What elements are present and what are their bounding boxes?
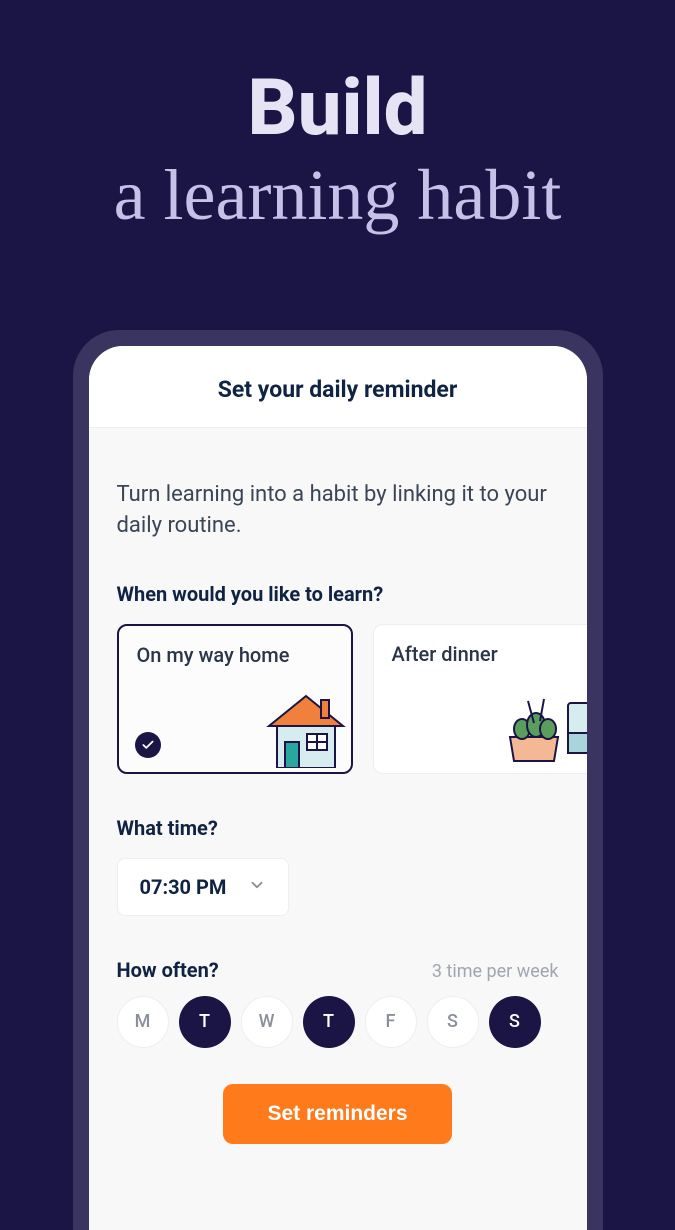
routine-card-label: After dinner <box>392 641 587 667</box>
day-toggle-mon[interactable]: M <box>117 996 169 1048</box>
headline-serif: a learning habit <box>0 156 675 235</box>
day-toggle-wed[interactable]: W <box>241 996 293 1048</box>
day-toggle-fri[interactable]: F <box>365 996 417 1048</box>
day-toggle-tue[interactable]: T <box>179 996 231 1048</box>
routine-card-label: On my way home <box>137 642 333 668</box>
time-label: What time? <box>117 816 559 840</box>
cta-wrap: Set reminders <box>117 1084 559 1144</box>
day-toggle-sat[interactable]: S <box>427 996 479 1048</box>
screen-header: Set your daily reminder <box>89 346 587 428</box>
check-icon <box>135 732 161 758</box>
marketing-headline: Build a learning habit <box>0 0 675 235</box>
often-label: How often? <box>117 958 219 982</box>
when-label: When would you like to learn? <box>117 582 559 606</box>
screen-title: Set your daily reminder <box>109 376 567 403</box>
intro-text: Turn learning into a habit by linking it… <box>117 480 559 542</box>
headline-bold: Build <box>0 70 675 148</box>
often-hint: 3 time per week <box>432 961 559 982</box>
day-toggle-thu[interactable]: T <box>303 996 355 1048</box>
phone-frame: Set your daily reminder Turn learning in… <box>73 330 603 1230</box>
house-icon <box>261 690 351 772</box>
days-row: M T W T F S S <box>117 996 559 1048</box>
routine-card-home[interactable]: On my way home <box>117 624 353 774</box>
often-row: How often? 3 time per week <box>117 958 559 982</box>
dinner-icon <box>498 689 587 773</box>
routine-cards-row: On my way home <box>117 624 559 774</box>
chevron-down-icon <box>248 876 266 898</box>
screen-content: Turn learning into a habit by linking it… <box>89 428 587 1230</box>
routine-card-dinner[interactable]: After dinner <box>373 624 587 774</box>
time-value: 07:30 PM <box>140 875 227 899</box>
time-picker[interactable]: 07:30 PM <box>117 858 290 916</box>
day-toggle-sun[interactable]: S <box>489 996 541 1048</box>
phone-screen: Set your daily reminder Turn learning in… <box>89 346 587 1230</box>
set-reminders-button[interactable]: Set reminders <box>223 1084 451 1144</box>
